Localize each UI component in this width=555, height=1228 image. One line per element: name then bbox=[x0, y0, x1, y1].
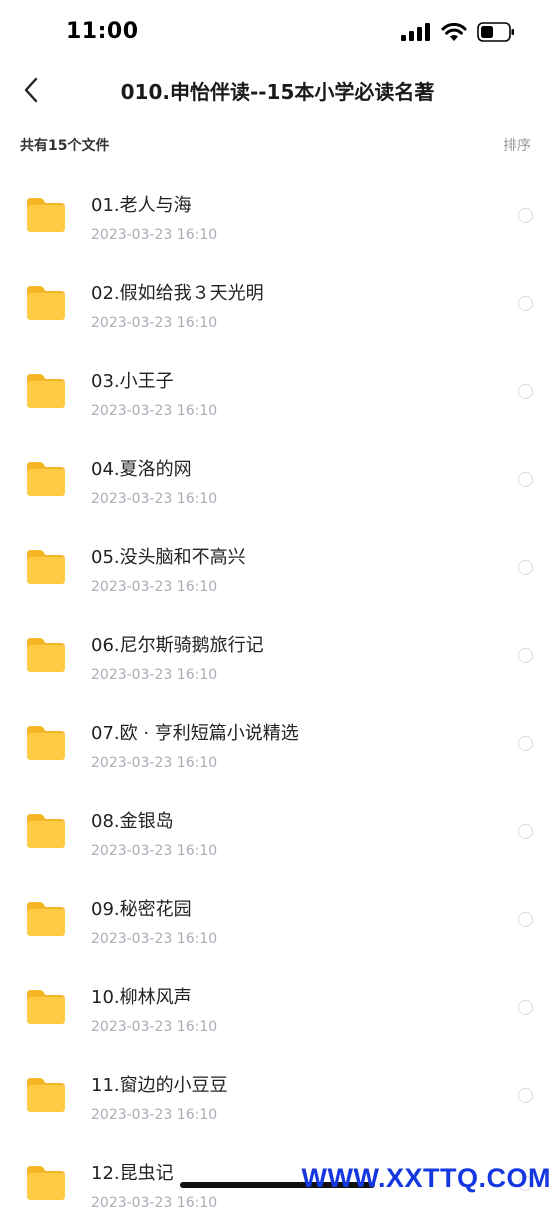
folder-icon bbox=[27, 374, 65, 408]
file-name: 06.尼尔斯骑鹅旅行记 bbox=[91, 635, 264, 656]
file-name: 03.小王子 bbox=[91, 371, 174, 392]
file-date: 2023-03-23 16:10 bbox=[91, 843, 218, 859]
list-item[interactable]: 02.假如给我３天光明 2023-03-23 16:10 bbox=[0, 260, 555, 348]
select-radio[interactable] bbox=[518, 208, 533, 223]
sort-button[interactable]: 排序 bbox=[503, 135, 531, 155]
folder-icon bbox=[27, 462, 65, 496]
select-radio[interactable] bbox=[518, 1000, 533, 1015]
file-count: 共有15个文件 bbox=[20, 138, 110, 154]
file-date: 2023-03-23 16:10 bbox=[91, 667, 218, 683]
file-name: 07.欧 · 亨利短篇小说精选 bbox=[91, 723, 299, 744]
select-radio[interactable] bbox=[518, 824, 533, 839]
folder-icon bbox=[27, 638, 65, 672]
status-icons bbox=[401, 22, 515, 42]
list-item[interactable]: 10.柳林风声 2023-03-23 16:10 bbox=[0, 964, 555, 1052]
folder-icon bbox=[27, 726, 65, 760]
list-item[interactable]: 06.尼尔斯骑鹅旅行记 2023-03-23 16:10 bbox=[0, 612, 555, 700]
file-date: 2023-03-23 16:10 bbox=[91, 1195, 218, 1211]
wifi-icon bbox=[441, 22, 467, 41]
select-radio[interactable] bbox=[518, 384, 533, 399]
file-name: 10.柳林风声 bbox=[91, 987, 192, 1008]
select-radio[interactable] bbox=[518, 296, 533, 311]
file-name: 02.假如给我３天光明 bbox=[91, 283, 264, 304]
summary-row: 共有15个文件 排序 bbox=[0, 130, 555, 160]
select-radio[interactable] bbox=[518, 472, 533, 487]
file-date: 2023-03-23 16:10 bbox=[91, 403, 218, 419]
file-date: 2023-03-23 16:10 bbox=[91, 491, 218, 507]
file-date: 2023-03-23 16:10 bbox=[91, 227, 218, 243]
page-title: 010.申怡伴读--15本小学必读名著 bbox=[120, 80, 435, 104]
watermark: WWW.XXTTQ.COM bbox=[301, 1163, 551, 1193]
file-name: 12.昆虫记 bbox=[91, 1163, 174, 1184]
chevron-left-icon bbox=[24, 77, 38, 103]
file-name: 05.没头脑和不高兴 bbox=[91, 547, 246, 568]
file-date: 2023-03-23 16:10 bbox=[91, 1019, 218, 1035]
folder-icon bbox=[27, 550, 65, 584]
list-item[interactable]: 05.没头脑和不高兴 2023-03-23 16:10 bbox=[0, 524, 555, 612]
file-date: 2023-03-23 16:10 bbox=[91, 579, 218, 595]
file-date: 2023-03-23 16:10 bbox=[91, 755, 218, 771]
list-item[interactable]: 11.窗边的小豆豆 2023-03-23 16:10 bbox=[0, 1052, 555, 1140]
status-time: 11:00 bbox=[66, 19, 139, 44]
back-button[interactable] bbox=[14, 72, 48, 108]
folder-icon bbox=[27, 1078, 65, 1112]
list-item[interactable]: 01.老人与海 2023-03-23 16:10 bbox=[0, 172, 555, 260]
folder-icon bbox=[27, 990, 65, 1024]
cellular-signal-icon bbox=[401, 23, 430, 41]
file-name: 08.金银岛 bbox=[91, 811, 174, 832]
select-radio[interactable] bbox=[518, 560, 533, 575]
select-radio[interactable] bbox=[518, 736, 533, 751]
list-item[interactable]: 09.秘密花园 2023-03-23 16:10 bbox=[0, 876, 555, 964]
folder-icon bbox=[27, 198, 65, 232]
list-item[interactable]: 04.夏洛的网 2023-03-23 16:10 bbox=[0, 436, 555, 524]
battery-icon bbox=[477, 22, 514, 42]
folder-icon bbox=[27, 286, 65, 320]
select-radio[interactable] bbox=[518, 1088, 533, 1103]
status-bar: 11:00 bbox=[0, 0, 555, 64]
folder-icon bbox=[27, 814, 65, 848]
file-date: 2023-03-23 16:10 bbox=[91, 931, 218, 947]
select-radio[interactable] bbox=[518, 648, 533, 663]
file-name: 04.夏洛的网 bbox=[91, 459, 192, 480]
list-item[interactable]: 07.欧 · 亨利短篇小说精选 2023-03-23 16:10 bbox=[0, 700, 555, 788]
file-date: 2023-03-23 16:10 bbox=[91, 315, 218, 331]
file-name: 01.老人与海 bbox=[91, 195, 192, 216]
list-item[interactable]: 03.小王子 2023-03-23 16:10 bbox=[0, 348, 555, 436]
nav-bar: 010.申怡伴读--15本小学必读名著 bbox=[0, 64, 555, 118]
folder-icon bbox=[27, 902, 65, 936]
select-radio[interactable] bbox=[518, 912, 533, 927]
file-date: 2023-03-23 16:10 bbox=[91, 1107, 218, 1123]
file-name: 11.窗边的小豆豆 bbox=[91, 1075, 228, 1096]
list-item[interactable]: 08.金银岛 2023-03-23 16:10 bbox=[0, 788, 555, 876]
file-list: 01.老人与海 2023-03-23 16:10 02.假如给我３天光明 202… bbox=[0, 172, 555, 1228]
file-name: 09.秘密花园 bbox=[91, 899, 192, 920]
folder-icon bbox=[27, 1166, 65, 1200]
